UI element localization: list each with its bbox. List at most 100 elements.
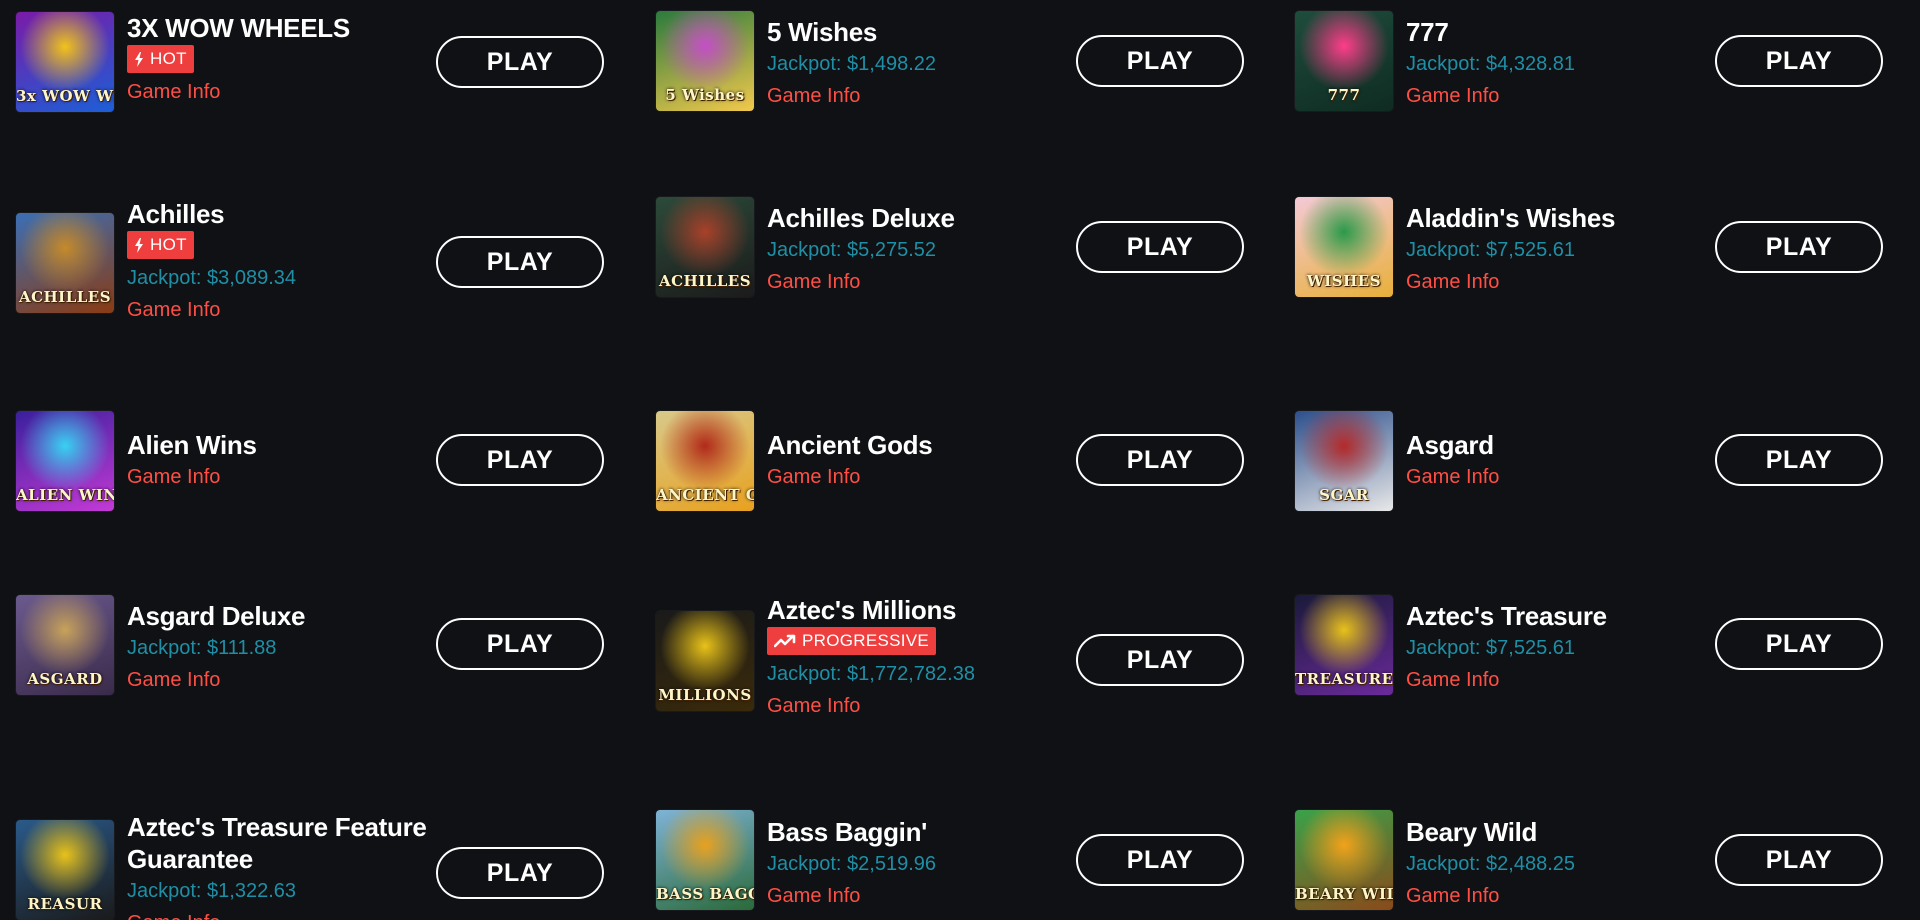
game-thumbnail[interactable]: 777 <box>1295 11 1393 111</box>
thumbnail-logo-text: ASGARD <box>27 670 103 688</box>
game-thumbnail[interactable]: ASGARD <box>16 595 114 695</box>
thumbnail-logo-text: TREASURE <box>1295 670 1393 688</box>
game-info-link[interactable]: Game Info <box>767 690 1087 722</box>
jackpot-amount: Jackpot: $5,275.52 <box>767 239 937 261</box>
jackpot-amount: Jackpot: $1,322.63 <box>127 880 297 902</box>
game-info-link[interactable]: Game Info <box>127 76 447 108</box>
lightning-icon <box>134 237 144 253</box>
thumbnail-logo-text: 5 Wishes <box>665 86 745 104</box>
jackpot-amount: Jackpot: $2,519.96 <box>767 853 937 875</box>
game-info-link[interactable]: Game Info <box>127 294 447 326</box>
lightning-icon <box>134 51 144 67</box>
trending-up-icon <box>774 634 796 648</box>
game-info-link[interactable]: Game Info <box>767 80 1087 112</box>
play-button[interactable]: PLAY <box>1715 221 1883 273</box>
game-title: Aztec's Millions <box>767 595 957 625</box>
game-title: Asgard <box>1406 430 1494 460</box>
game-title: Beary Wild <box>1406 817 1538 847</box>
game-thumbnail[interactable]: SGAR <box>1295 411 1393 511</box>
game-details: Alien Wins Game Info <box>127 429 447 493</box>
play-button[interactable]: PLAY <box>436 434 604 486</box>
game-title: 3X WOW WHEELS <box>127 13 350 43</box>
game-thumbnail[interactable]: MILLIONS <box>656 611 754 711</box>
jackpot-amount: Jackpot: $1,498.22 <box>767 53 937 75</box>
game-info-link[interactable]: Game Info <box>1406 266 1726 298</box>
game-card-asgard: SGAR Asgard Game Info PLAY <box>1295 0 1920 920</box>
badge-label: PROGRESSIVE <box>802 631 930 650</box>
game-title: Achilles Deluxe <box>767 203 955 233</box>
game-thumbnail[interactable]: 5 Wishes <box>656 11 754 111</box>
game-details: Asgard Game Info <box>1406 429 1726 493</box>
play-button[interactable]: PLAY <box>1076 834 1244 886</box>
game-title: Bass Baggin' <box>767 817 928 847</box>
game-thumbnail[interactable]: TREASURE <box>1295 595 1393 695</box>
jackpot-amount: Jackpot: $7,525.61 <box>1406 239 1576 261</box>
game-title: Aztec's Treasure Feature Guarantee <box>127 812 427 874</box>
play-button[interactable]: PLAY <box>436 236 604 288</box>
game-title: 5 Wishes <box>767 17 878 47</box>
game-info-link[interactable]: Game Info <box>1406 880 1726 912</box>
game-details: 777 Jackpot: $4,328.81 Game Info <box>1406 16 1726 112</box>
thumbnail-logo-text: MILLIONS <box>658 686 752 704</box>
play-button[interactable]: PLAY <box>1076 634 1244 686</box>
game-title: Ancient Gods <box>767 430 933 460</box>
badge-label: HOT <box>150 49 187 68</box>
game-info-link[interactable]: Game Info <box>127 907 447 920</box>
play-button[interactable]: PLAY <box>1715 434 1883 486</box>
game-thumbnail[interactable]: ANCIENT GODS <box>656 411 754 511</box>
play-button[interactable]: PLAY <box>436 618 604 670</box>
game-details: 5 Wishes Jackpot: $1,498.22 Game Info <box>767 16 1087 112</box>
game-details: Ancient Gods Game Info <box>767 429 1087 493</box>
thumbnail-logo-text: BEARY WILD <box>1295 885 1393 903</box>
play-button[interactable]: PLAY <box>1715 35 1883 87</box>
game-info-link[interactable]: Game Info <box>767 880 1087 912</box>
game-thumbnail[interactable]: 3x WOW WHEELS <box>16 12 114 112</box>
hot-badge: HOT <box>127 231 194 259</box>
game-title: 777 <box>1406 17 1449 47</box>
game-title: Aladdin's Wishes <box>1406 203 1616 233</box>
game-thumbnail[interactable]: WISHES <box>1295 197 1393 297</box>
game-details: Bass Baggin' Jackpot: $2,519.96 Game Info <box>767 816 1087 912</box>
game-thumbnail[interactable]: BASS BAGGIN' <box>656 810 754 910</box>
game-card-ancient-gods: ANCIENT GODSAncient GodsGame InfoPLAY <box>656 0 1316 920</box>
game-details: Beary Wild Jackpot: $2,488.25 Game Info <box>1406 816 1726 912</box>
game-title: Achilles <box>127 199 225 229</box>
game-thumbnail[interactable]: ALIEN WINS <box>16 411 114 511</box>
game-info-link[interactable]: Game Info <box>1406 80 1726 112</box>
badge-label: HOT <box>150 235 187 254</box>
game-info-link[interactable]: Game Info <box>127 664 447 696</box>
jackpot-amount: Jackpot: $111.88 <box>127 637 277 659</box>
thumbnail-logo-text: 3x WOW WHEELS <box>16 87 114 105</box>
game-details: Aztec's Treasure Jackpot: $7,525.61 Game I… <box>1406 600 1726 696</box>
game-card-alien-wins: ALIEN WINSAlien WinsGame InfoPLAY <box>16 0 676 920</box>
game-details: 3X WOW WHEELS HOT Game Info <box>127 12 447 108</box>
play-button[interactable]: PLAY <box>1076 434 1244 486</box>
thumbnail-logo-text: BASS BAGGIN' <box>656 885 754 903</box>
thumbnail-logo-text: WISHES <box>1306 272 1382 290</box>
play-button[interactable]: PLAY <box>436 36 604 88</box>
play-button[interactable]: PLAY <box>1076 35 1244 87</box>
thumbnail-logo-text: ANCIENT GODS <box>656 486 754 504</box>
thumbnail-logo-text: REASUR <box>27 895 103 913</box>
game-title: Alien Wins <box>127 430 257 460</box>
play-button[interactable]: PLAY <box>436 847 604 899</box>
game-thumbnail[interactable]: ACHILLES <box>16 213 114 313</box>
game-info-link[interactable]: Game Info <box>127 461 447 493</box>
play-button[interactable]: PLAY <box>1715 834 1883 886</box>
game-details: Asgard Deluxe Jackpot: $111.88 Game Info <box>127 600 447 696</box>
game-info-link[interactable]: Game Info <box>1406 664 1726 696</box>
game-details: Aztec's Treasure Feature Guarantee Jackpo… <box>127 811 447 920</box>
play-button[interactable]: PLAY <box>1715 618 1883 670</box>
jackpot-amount: Jackpot: $1,772,782.38 <box>767 663 975 685</box>
game-thumbnail[interactable]: ACHILLES <box>656 197 754 297</box>
thumbnail-logo-text: ALIEN WINS <box>16 486 114 504</box>
game-details: Achilles Deluxe Jackpot: $5,275.52 Game In… <box>767 202 1087 298</box>
game-info-link[interactable]: Game Info <box>767 461 1087 493</box>
play-button[interactable]: PLAY <box>1076 221 1244 273</box>
game-thumbnail[interactable]: REASUR <box>16 820 114 920</box>
game-details: Aztec's Millions PROGRESSIVE Jackpot: $1,7… <box>767 594 1087 722</box>
game-info-link[interactable]: Game Info <box>767 266 1087 298</box>
game-title: Aztec's Treasure <box>1406 601 1607 631</box>
game-thumbnail[interactable]: BEARY WILD <box>1295 810 1393 910</box>
game-info-link[interactable]: Game Info <box>1406 461 1726 493</box>
